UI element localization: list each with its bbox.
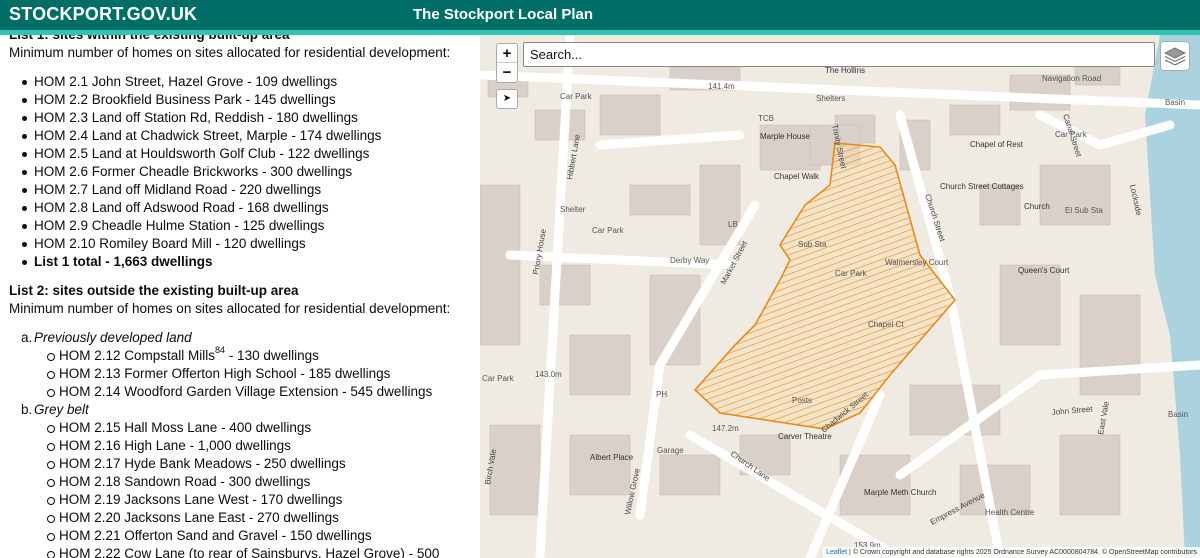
section-label-a: Previously developed land xyxy=(34,330,192,345)
policy-text-panel: List 1: sites within the existing built-… xyxy=(0,35,480,558)
map-label: Basin xyxy=(1168,410,1188,419)
map-label: Marple Meth Church xyxy=(864,488,936,497)
list-item: HOM 2.16 High Lane - 1,000 dwellings xyxy=(47,437,474,455)
map-label: Queen's Court xyxy=(1018,266,1070,275)
page-title: The Stockport Local Plan xyxy=(413,6,594,23)
list-item: HOM 2.8 Land off Adswood Road - 168 dwel… xyxy=(22,199,474,217)
list-item: HOM 2.1 John Street, Hazel Grove - 109 d… xyxy=(22,73,474,91)
list-item: HOM 2.17 Hyde Bank Meadows - 250 dwellin… xyxy=(47,455,474,473)
map-label: Health Centre xyxy=(985,508,1035,517)
map-attribution: Leaflet | © Crown copyright and database… xyxy=(823,547,1200,558)
map-label: Garage xyxy=(657,446,684,455)
map-label: Chapel Walk xyxy=(774,172,820,181)
elevation-label: 141.4m xyxy=(708,82,735,91)
header-bar: STOCKPORT.GOV.UK The Stockport Local Pla… xyxy=(0,0,1200,30)
zoom-control: + − xyxy=(496,43,518,83)
list-item: HOM 2.9 Cheadle Hulme Station - 125 dwel… xyxy=(22,217,474,235)
map-tiles[interactable]: The Hollins Shelters Car Park Marple Hou… xyxy=(480,35,1200,558)
section-b-sites: HOM 2.15 Hall Moss Lane - 400 dwellings … xyxy=(9,419,474,558)
section-letter-a: a. xyxy=(21,330,33,345)
list-item: HOM 2.21 Offerton Sand and Gravel - 150 … xyxy=(47,527,474,545)
list-item: HOM 2.13 Former Offerton High School - 1… xyxy=(47,365,474,383)
map-label: LB xyxy=(728,220,738,229)
zoom-in-button[interactable]: + xyxy=(497,44,517,63)
zoom-out-button[interactable]: − xyxy=(497,63,517,82)
map-label: Sub Sta xyxy=(798,240,827,249)
map-label: The Hollins xyxy=(825,66,865,75)
list-item: HOM 2.12 Compstall Mills84 - 130 dwellin… xyxy=(47,345,474,365)
map-label: Car Park xyxy=(835,269,868,278)
map-label: Shelter xyxy=(560,205,586,214)
locate-arrow-icon: ➤ xyxy=(502,93,512,104)
list1-heading: List 1: sites within the existing built-… xyxy=(9,35,474,44)
map-label: Albert Place xyxy=(590,453,634,462)
map-label: Walmersley Court xyxy=(885,258,949,267)
map-label: Navigation Road xyxy=(1042,74,1101,83)
section-a-sites: HOM 2.12 Compstall Mills84 - 130 dwellin… xyxy=(9,345,474,401)
map-label: Church xyxy=(1024,202,1050,211)
map-label: Marple House xyxy=(760,132,810,141)
map-label: Chapel Ct xyxy=(868,320,904,329)
list1-sites: HOM 2.1 John Street, Hazel Grove - 109 d… xyxy=(9,73,474,271)
map-label: TCB xyxy=(758,114,774,123)
list-item: HOM 2.18 Sandown Road - 300 dwellings xyxy=(47,473,474,491)
list-item: HOM 2.3 Land off Station Rd, Reddish - 1… xyxy=(22,109,474,127)
list-item: HOM 2.5 Land at Houldsworth Golf Club - … xyxy=(22,145,474,163)
map-label: Chapel of Rest xyxy=(970,140,1024,149)
list-item: HOM 2.19 Jacksons Lane West - 170 dwelli… xyxy=(47,491,474,509)
elevation-label: 147.2m xyxy=(712,424,739,433)
section-letter-b: b. xyxy=(21,402,33,417)
list-item: HOM 2.6 Former Cheadle Brickworks - 300 … xyxy=(22,163,474,181)
list-item: HOM 2.14 Woodford Garden Village Extensi… xyxy=(47,383,474,401)
map-label: PH xyxy=(656,390,667,399)
map-label: Posts xyxy=(792,396,812,405)
elevation-label: 143.0m xyxy=(535,370,562,379)
list2-intro: Minimum number of homes on sites allocat… xyxy=(9,301,451,316)
site-brand-link[interactable]: STOCKPORT.GOV.UK xyxy=(9,4,197,25)
list-item: HOM 2.10 Romiley Board Mill - 120 dwelli… xyxy=(22,235,474,253)
leaflet-link[interactable]: Leaflet xyxy=(826,549,847,556)
site-dwellings: - 130 dwellings xyxy=(225,348,319,363)
section-grey-belt: b. Grey belt xyxy=(9,401,474,419)
map-label: Derby Way xyxy=(670,256,709,265)
attribution-text: | © Crown copyright and database rights … xyxy=(847,549,1197,556)
layers-icon xyxy=(1164,47,1186,66)
map-label: Car Park xyxy=(592,226,625,235)
map-search-input[interactable] xyxy=(523,42,1155,67)
list-item: HOM 2.7 Land off Midland Road - 220 dwel… xyxy=(22,181,474,199)
list-item: HOM 2.4 Land at Chadwick Street, Marple … xyxy=(22,127,474,145)
locate-button[interactable]: ➤ xyxy=(496,89,518,109)
site-name: HOM 2.12 Compstall Mills xyxy=(59,348,216,363)
section-previously-developed: a. Previously developed land xyxy=(9,329,474,347)
list-item: HOM 2.20 Jacksons Lane East - 270 dwelli… xyxy=(47,509,474,527)
map-label: Basin xyxy=(1165,98,1185,107)
footnote-link[interactable]: 84 xyxy=(215,345,225,355)
map-label: Car Park xyxy=(482,374,515,383)
section-label-b: Grey belt xyxy=(34,402,89,417)
list1-total: List 1 total - 1,663 dwellings xyxy=(22,253,474,271)
site-map[interactable]: The Hollins Shelters Car Park Marple Hou… xyxy=(480,35,1200,558)
map-label: Car Park xyxy=(560,92,593,101)
list-item: HOM 2.22 Cow Lane (to rear of Sainsburys… xyxy=(47,545,474,558)
list2-heading: List 2: sites outside the existing built… xyxy=(9,283,299,298)
map-label: Church Street Cottages xyxy=(940,182,1024,191)
map-label: El Sub Sta xyxy=(1065,206,1103,215)
list-item: HOM 2.2 Brookfield Business Park - 145 d… xyxy=(22,91,474,109)
map-label: Shelters xyxy=(816,94,845,103)
list1-intro: Minimum number of homes on sites allocat… xyxy=(9,45,451,60)
list-item: HOM 2.15 Hall Moss Lane - 400 dwellings xyxy=(47,419,474,437)
layers-button[interactable] xyxy=(1160,41,1190,71)
